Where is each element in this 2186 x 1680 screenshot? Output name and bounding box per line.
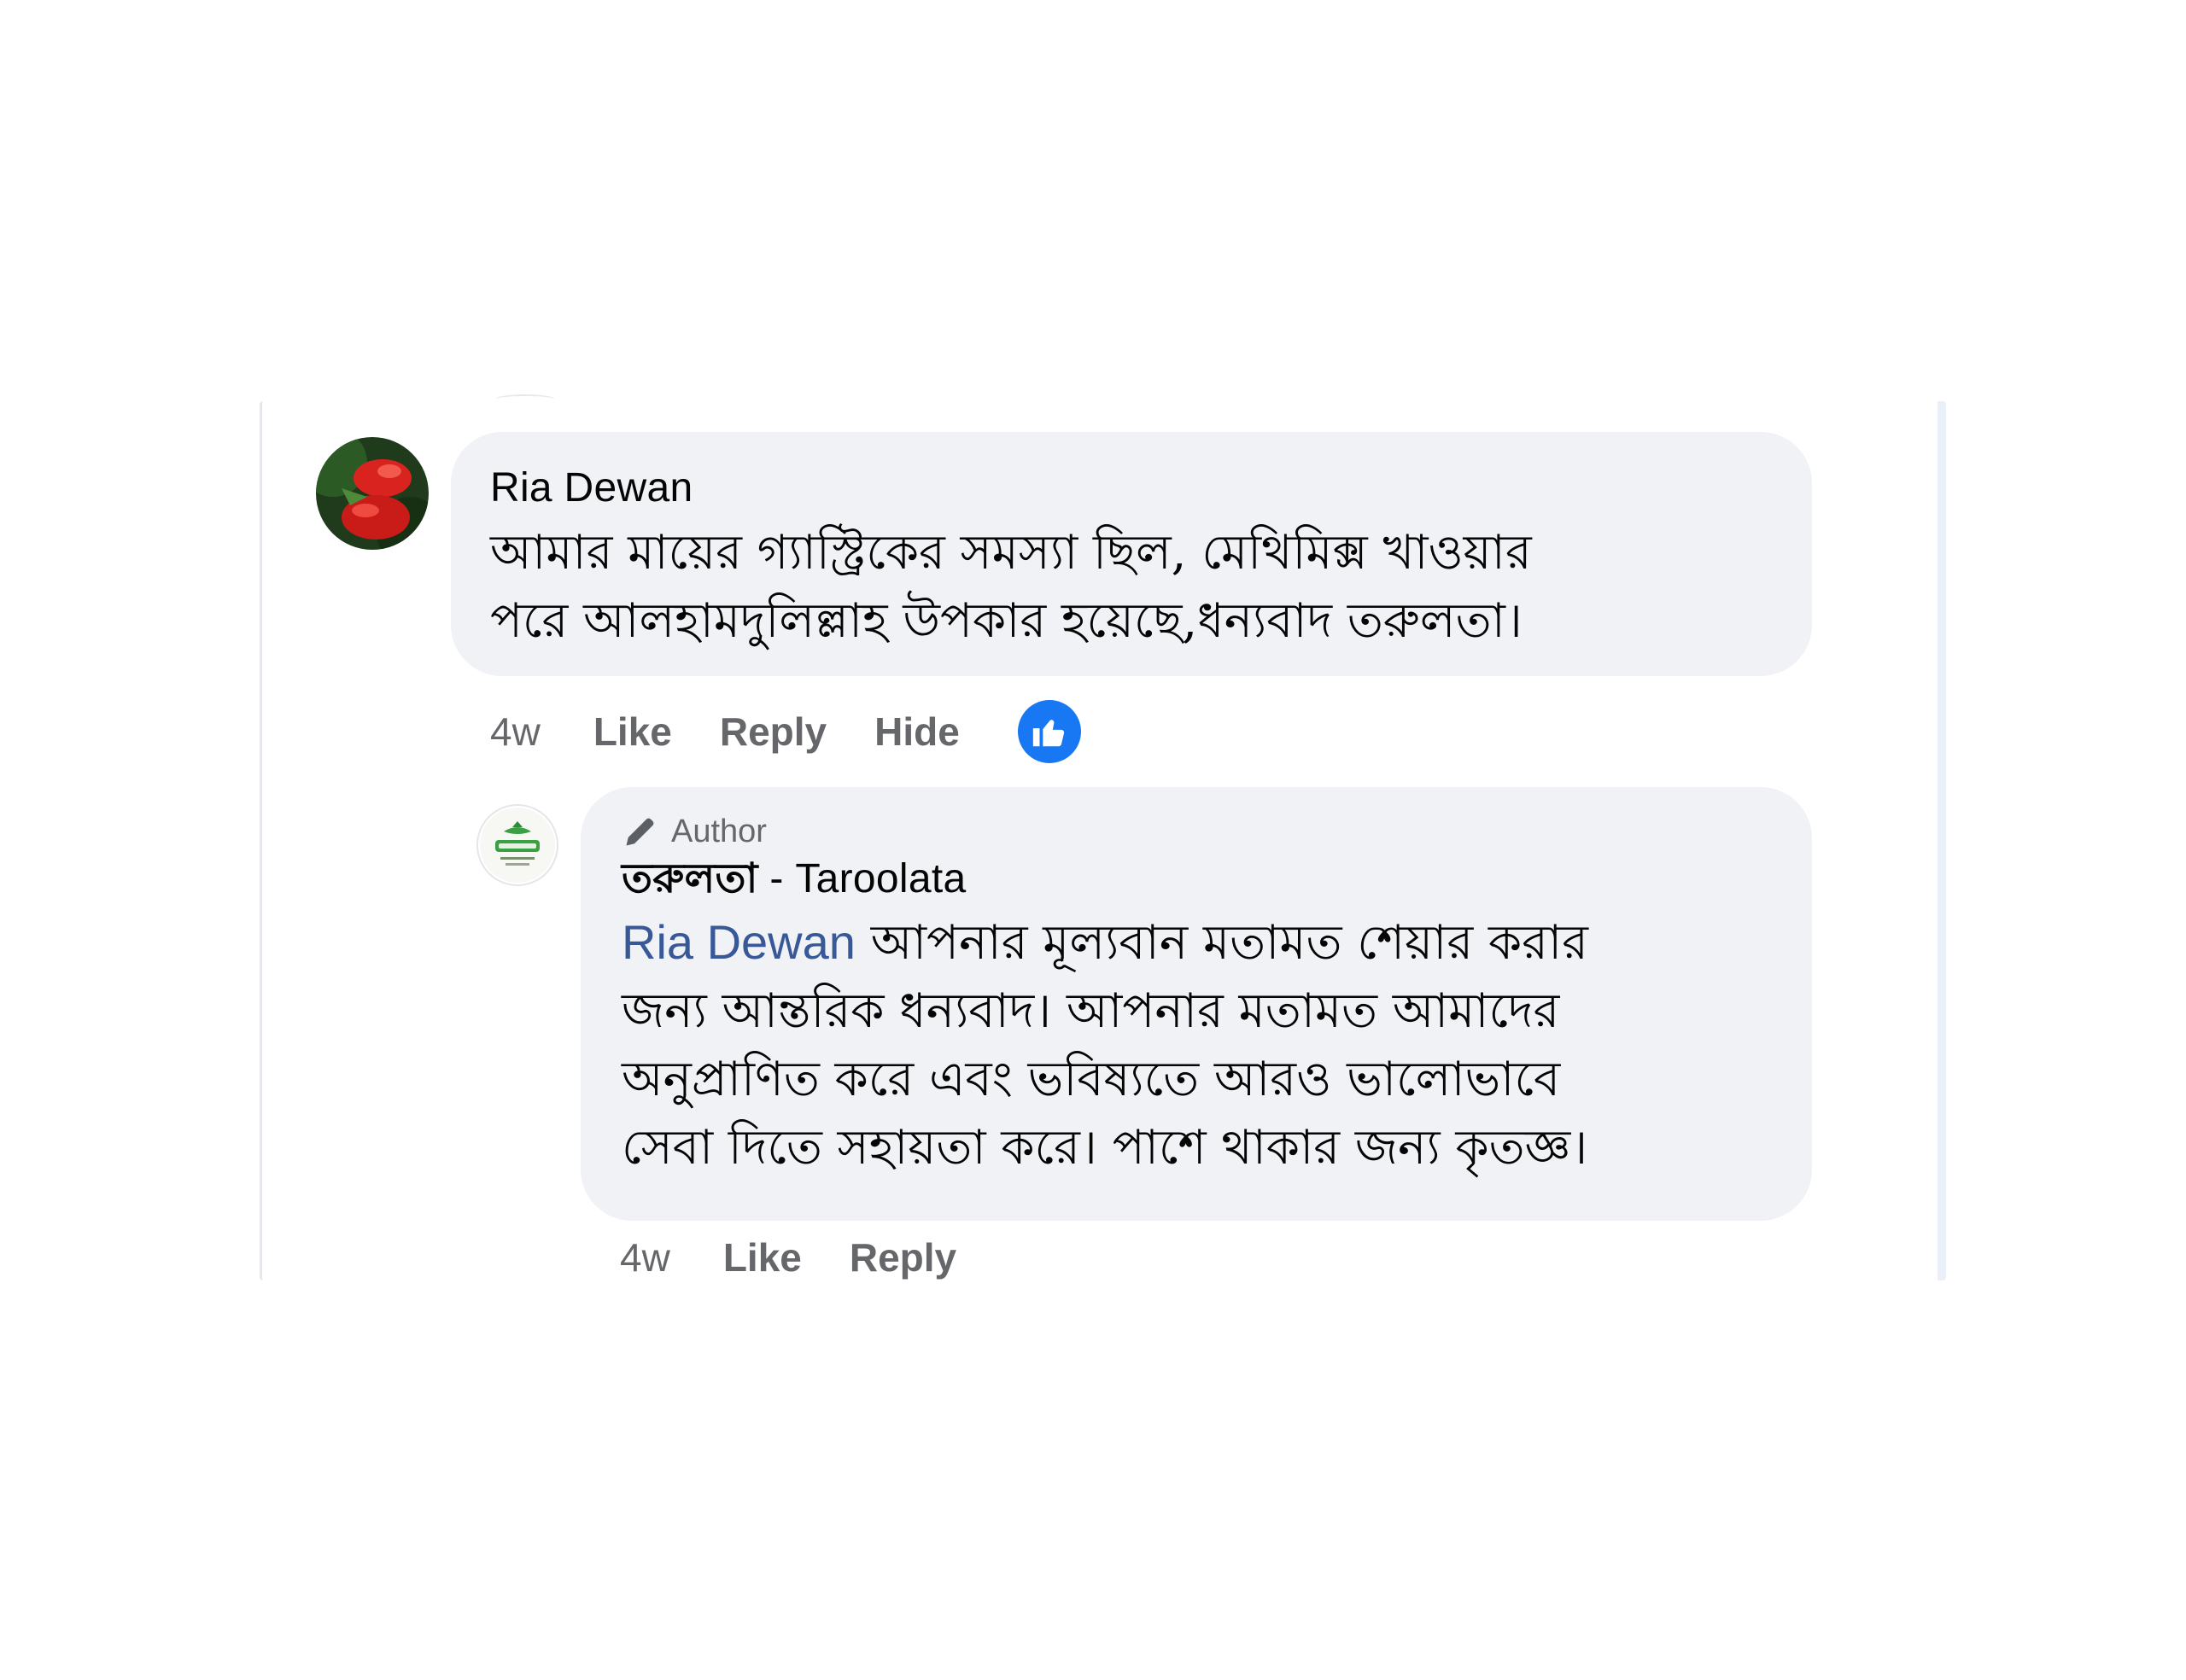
avatar-image (316, 437, 429, 550)
reply-author-english: Taroolata (795, 856, 967, 901)
previous-avatar-edge (495, 394, 555, 405)
reply-author-bengali: তরুলতা (622, 856, 758, 901)
reply-author-separator: - (757, 856, 796, 901)
hide-button[interactable]: Hide (874, 709, 960, 755)
reply-author[interactable]: তরুলতা - Taroolata (622, 854, 1812, 905)
avatar[interactable] (316, 437, 429, 550)
reply-timestamp[interactable]: 4w (620, 1234, 670, 1280)
comment-timestamp[interactable]: 4w (490, 709, 541, 755)
pencil-icon (626, 818, 654, 846)
author-badge-label: Author (671, 813, 767, 849)
reply-actions: 4w Like Reply (620, 1234, 1004, 1280)
comment-bubble: Ria Dewan আমার মায়ের গ্যাস্ট্রিকের সমস্… (451, 432, 1812, 676)
reply-button[interactable]: Reply (720, 709, 827, 755)
taroolata-logo (480, 808, 555, 883)
thumbs-up-icon (1032, 720, 1064, 747)
reply-like-button[interactable]: Like (723, 1234, 802, 1280)
author-badge: Author (622, 809, 1812, 854)
reply-bubble: Author তরুলতা - Taroolata Ria Dewan আপনা… (581, 787, 1812, 1221)
reply-reply-button[interactable]: Reply (850, 1234, 956, 1280)
comment-author[interactable]: Ria Dewan (490, 463, 1812, 514)
page-avatar[interactable] (476, 804, 558, 886)
like-button[interactable]: Like (593, 709, 672, 755)
mention-link[interactable]: Ria Dewan (622, 915, 856, 969)
reply-text: Ria Dewan আপনার মূল্যবান মতামত শেয়ার কর… (622, 908, 1800, 1182)
comment-actions: 4w Like Reply Hide (490, 700, 1081, 763)
like-reaction-icon[interactable] (1017, 700, 1081, 763)
comment-text: আমার মায়ের গ্যাস্ট্রিকের সমস্যা ছিল, মে… (490, 525, 1532, 649)
